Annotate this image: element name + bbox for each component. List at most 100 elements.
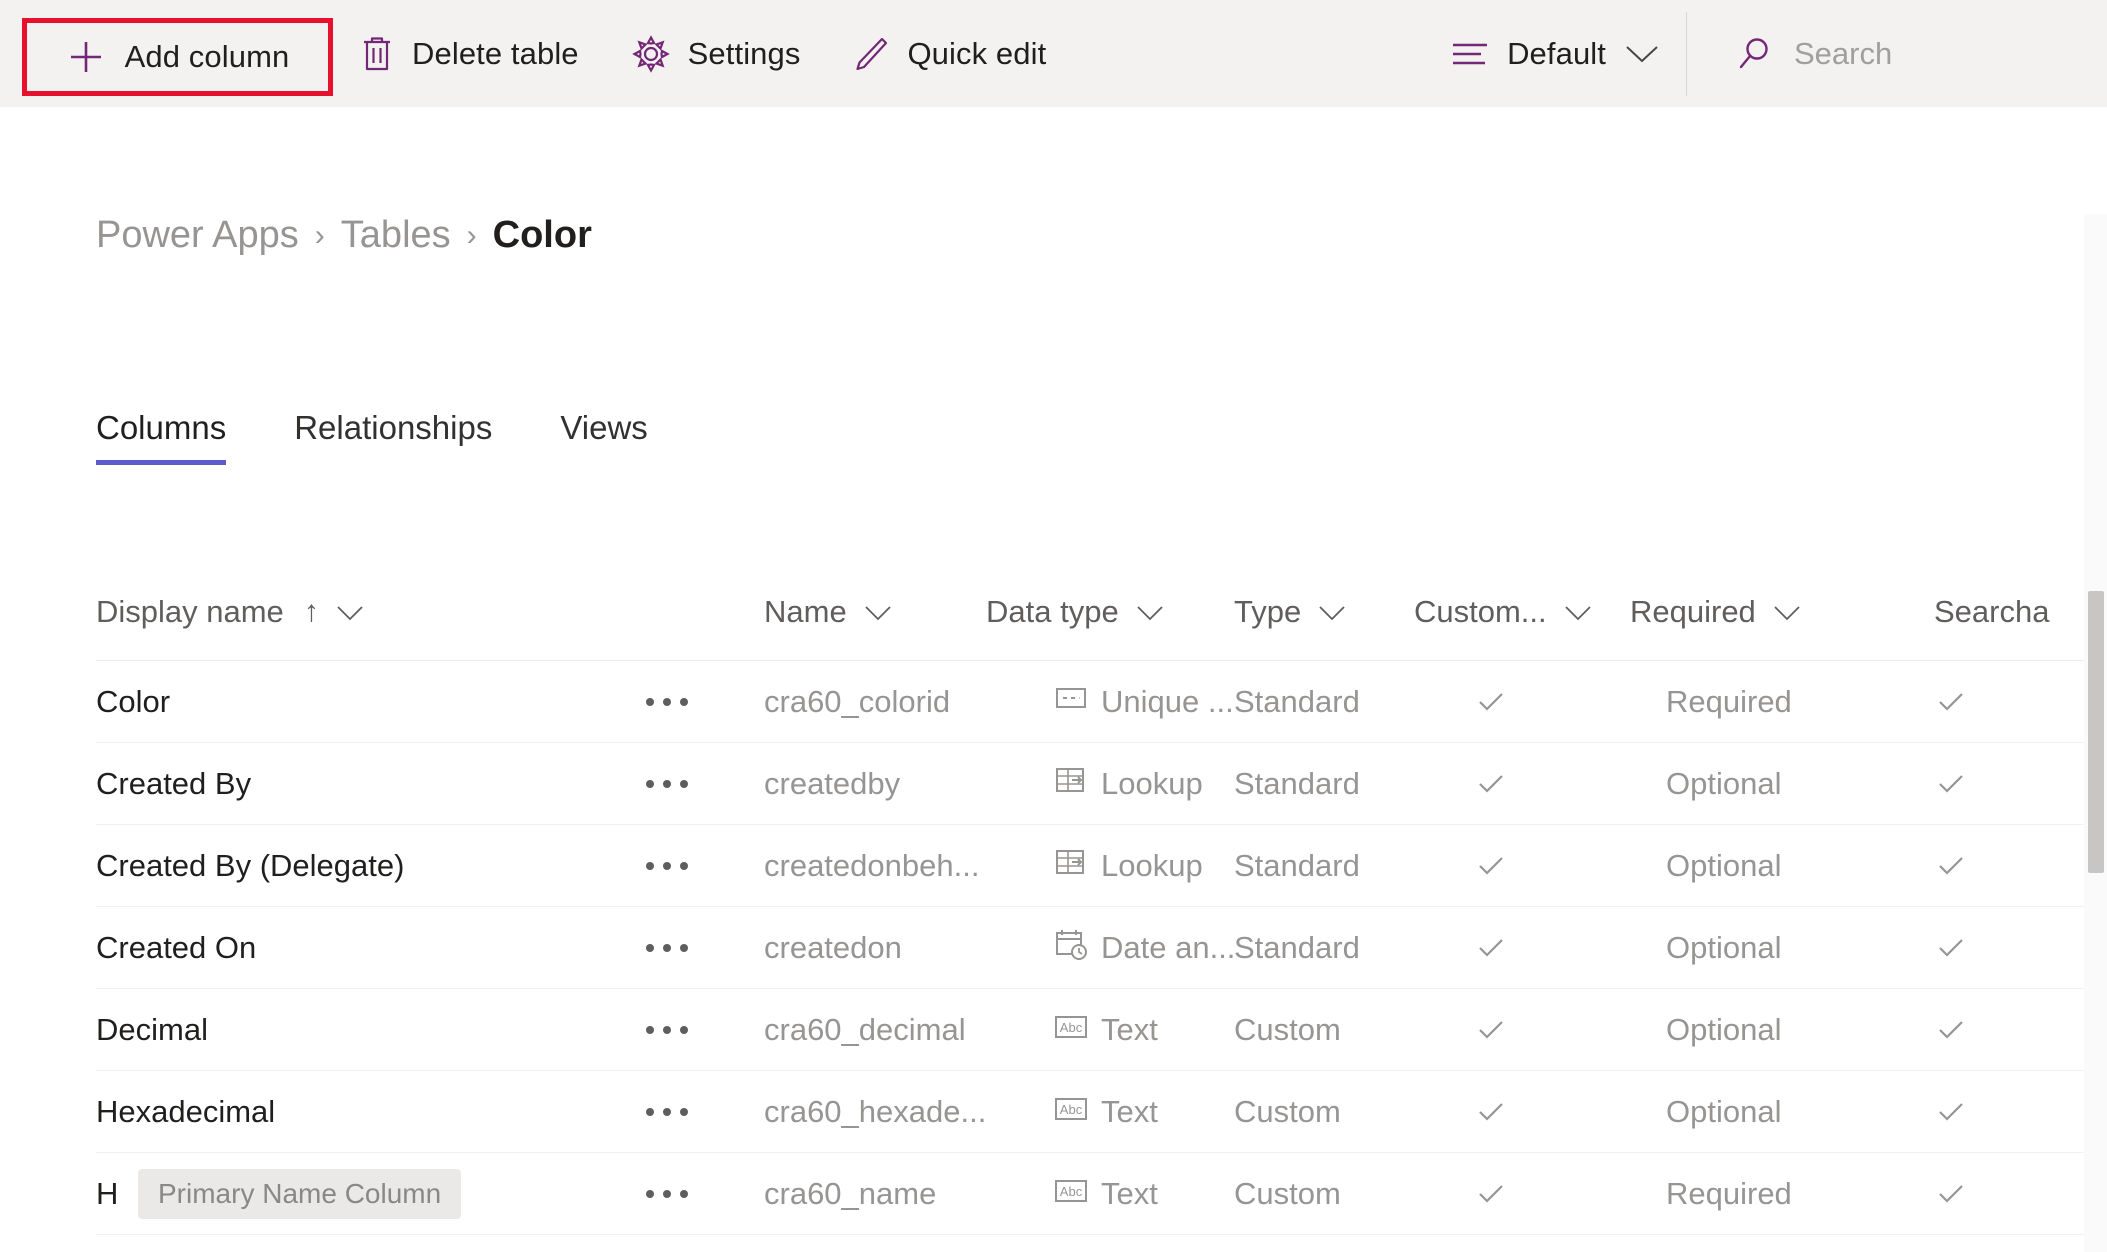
quick-edit-button[interactable]: Quick edit [826,0,1072,107]
row-more-options-icon[interactable] [646,989,688,1071]
cell-name: createdonbeh... [764,848,980,883]
cell-data-type: Abc Text [1054,989,1158,1071]
row-more-options-icon[interactable] [646,1071,688,1153]
columns-grid: Display name ↑ Name Data type Type Custo… [96,562,2096,1235]
tab-views[interactable]: Views [560,409,647,465]
cell-type: Standard [1234,848,1360,883]
chevron-down-icon [335,594,365,630]
table-row[interactable]: Color cra60_colorid Unique ... Standard … [96,661,2096,743]
search-icon [1736,35,1774,73]
table-row[interactable]: Created By (Delegate) createdonbeh... Lo… [96,825,2096,907]
cell-searchable-check-icon [1934,989,1968,1071]
row-more-options-icon[interactable] [646,825,688,907]
cell-display-name: Decimal [96,1012,208,1047]
search-placeholder: Search [1794,35,1893,71]
column-header-label: Type [1234,593,1302,629]
table-row[interactable]: H Primary Name Column cra60_name Abc Tex… [96,1153,2096,1235]
cell-type: Standard [1234,766,1360,801]
cell-type: Standard [1234,930,1360,965]
breadcrumb-item-tables[interactable]: Tables [341,214,451,257]
cell-display-name: Color [96,684,171,719]
column-header-type[interactable]: Type [1234,562,1347,661]
svg-text:Abc: Abc [1060,1102,1083,1117]
column-header-customizable[interactable]: Custom... [1414,562,1593,661]
cell-data-type: Abc Text [1054,1153,1158,1235]
cell-data-type: Lookup [1054,825,1203,907]
grid-header-row: Display name ↑ Name Data type Type Custo… [96,562,2096,661]
column-header-label: Data type [986,593,1119,629]
cell-data-type-label: Lookup [1101,766,1203,801]
cell-data-type-label: Unique ... [1101,684,1234,719]
cell-name: cra60_decimal [764,1012,966,1047]
table-row[interactable]: Hexadecimal cra60_hexade... Abc Text Cus… [96,1071,2096,1153]
table-row[interactable]: Decimal cra60_decimal Abc Text Custom Op… [96,989,2096,1071]
plus-icon [66,37,106,77]
cell-type: Custom [1234,1012,1341,1047]
table-row[interactable]: Created By createdby Lookup Standard Opt… [96,743,2096,825]
row-more-options-icon[interactable] [646,743,688,825]
text-abc-icon: Abc [1054,1176,1088,1212]
tab-bar: Columns Relationships Views [96,409,716,465]
cell-data-type-label: Text [1101,1012,1158,1047]
delete-table-button[interactable]: Delete table [333,0,605,107]
view-selector-button[interactable]: Default [1425,0,1686,107]
search-input[interactable]: Search [1710,0,1918,107]
tab-columns[interactable]: Columns [96,409,227,465]
cell-customizable-check-icon [1474,907,1508,989]
cell-type: Standard [1234,684,1360,719]
add-column-button[interactable]: Add column [22,18,333,96]
cell-required: Optional [1666,1012,1782,1047]
row-more-options-icon[interactable] [646,1153,688,1235]
breadcrumb: Power Apps › Tables › Color [96,214,592,257]
cell-display-name: Hexadecimal [96,1094,276,1129]
vertical-scrollbar-thumb[interactable] [2088,591,2104,873]
cell-customizable-check-icon [1474,1071,1508,1153]
cell-data-type: Date an... [1054,907,1235,989]
cell-name: createdon [764,930,902,965]
chevron-down-icon [1135,594,1165,630]
column-header-label: Name [764,593,847,629]
cell-name: cra60_name [764,1176,937,1211]
cell-required: Optional [1666,930,1782,965]
chevron-down-icon [863,594,893,630]
cell-customizable-check-icon [1474,661,1508,743]
cell-searchable-check-icon [1934,661,1968,743]
view-list-icon [1451,41,1489,67]
unique-identifier-icon [1054,681,1088,723]
chevron-down-icon [1624,43,1660,65]
cell-customizable-check-icon [1474,1153,1508,1235]
cell-searchable-check-icon [1934,743,1968,825]
cell-display-name: H [96,1176,119,1211]
row-more-options-icon[interactable] [646,907,688,989]
pencil-icon [852,34,890,74]
column-header-display-name[interactable]: Display name ↑ [96,562,365,661]
row-more-options-icon[interactable] [646,661,688,743]
table-row[interactable]: Created On createdon Date an... Standard… [96,907,2096,989]
cell-display-name: Created On [96,930,257,965]
cell-searchable-check-icon [1934,1071,1968,1153]
vertical-scrollbar-track[interactable] [2084,214,2107,1252]
column-header-searchable[interactable]: Searcha [1934,562,2049,661]
cell-display-name: Created By (Delegate) [96,848,405,883]
column-header-label: Display name [96,593,284,629]
chevron-down-icon [1772,594,1802,630]
cell-type: Custom [1234,1176,1341,1211]
column-header-label: Searcha [1934,593,2050,629]
svg-text:Abc: Abc [1060,1020,1083,1035]
cell-customizable-check-icon [1474,743,1508,825]
column-header-data-type[interactable]: Data type [986,562,1165,661]
column-header-required[interactable]: Required [1630,562,1802,661]
cell-searchable-check-icon [1934,1153,1968,1235]
cell-searchable-check-icon [1934,907,1968,989]
breadcrumb-item-power-apps[interactable]: Power Apps [96,214,299,257]
settings-button[interactable]: Settings [605,0,827,107]
sort-ascending-icon: ↑ [303,594,319,628]
column-header-name[interactable]: Name [764,562,893,661]
gear-icon [631,34,671,74]
cell-type: Custom [1234,1094,1341,1129]
cell-required: Required [1666,1176,1792,1211]
tab-relationships[interactable]: Relationships [294,409,492,465]
chevron-down-icon [1563,594,1593,630]
cell-required: Required [1666,684,1792,719]
toolbar-divider [1686,12,1687,96]
